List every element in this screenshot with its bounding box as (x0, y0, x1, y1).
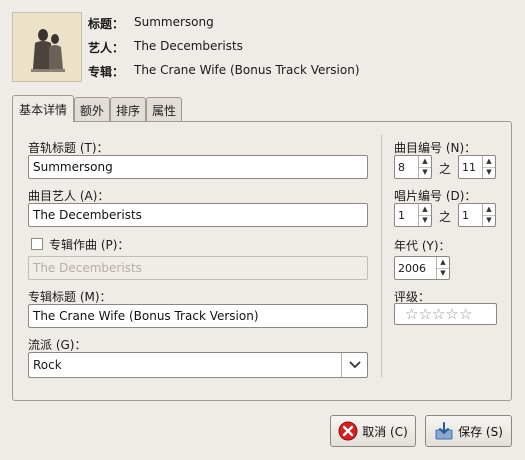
year-spinner[interactable]: 2006 ▲ ▼ (394, 256, 450, 280)
track-title-label: 音轨标题 (T)： (28, 141, 109, 155)
disc-of-label: 之 (439, 210, 452, 224)
track-of-label: 之 (439, 162, 452, 176)
rating-stars[interactable]: ☆ ☆ ☆ ☆ ☆ (394, 303, 497, 325)
tab-sort[interactable]: 排序 (110, 97, 146, 122)
spin-up-icon[interactable]: ▲ (419, 156, 431, 168)
spin-up-icon[interactable]: ▲ (437, 257, 449, 269)
year-label: 年代 (Y)： (394, 239, 451, 253)
header-album-label: 专辑： (88, 65, 125, 79)
track-number-label: 曲目编号 (N)： (394, 141, 477, 155)
disc-number-value: 1 (398, 208, 405, 222)
genre-value: Rock (33, 358, 62, 372)
star-icon[interactable]: ☆ (418, 305, 431, 323)
save-button[interactable]: 保存 (S) (425, 415, 512, 447)
spin-down-icon[interactable]: ▼ (437, 269, 449, 280)
album-composer-checkbox[interactable] (31, 238, 43, 250)
star-icon[interactable]: ☆ (405, 305, 418, 323)
spin-up-icon[interactable]: ▲ (483, 156, 495, 168)
column-separator (381, 135, 382, 377)
track-artist-field[interactable]: The Decemberists (28, 203, 368, 227)
header-title-label: 标题： (88, 17, 125, 31)
track-number-spinner[interactable]: 8 ▲ ▼ (394, 155, 432, 179)
disc-total-spinner[interactable]: 1 ▲ ▼ (458, 203, 496, 227)
header-album-value: The Crane Wife (Bonus Track Version) (134, 63, 360, 77)
cancel-icon (338, 421, 358, 441)
track-number-value: 8 (398, 160, 405, 174)
spin-up-icon[interactable]: ▲ (483, 204, 495, 216)
disc-total-value: 1 (462, 208, 469, 222)
star-icon[interactable]: ☆ (432, 305, 445, 323)
track-title-field[interactable]: Summersong (28, 155, 368, 179)
track-total-value: 11 (462, 160, 476, 174)
genre-label: 流派 (G)： (28, 338, 87, 352)
genre-combo[interactable]: Rock (28, 352, 368, 378)
album-composer-label: 专辑作曲 (P)： (49, 238, 130, 252)
tab-extra[interactable]: 额外 (74, 97, 110, 122)
tab-basic-details[interactable]: 基本详情 (12, 95, 74, 122)
album-composer-field: The Decemberists (28, 256, 368, 280)
header-title-value: Summersong (134, 15, 214, 29)
spin-up-icon[interactable]: ▲ (419, 204, 431, 216)
spin-down-icon[interactable]: ▼ (419, 168, 431, 179)
album-cover-image (12, 12, 82, 82)
save-icon (435, 422, 453, 440)
star-icon[interactable]: ☆ (459, 305, 472, 323)
spin-down-icon[interactable]: ▼ (483, 168, 495, 179)
track-total-spinner[interactable]: 11 ▲ ▼ (458, 155, 496, 179)
album-title-label: 专辑标题 (M)： (28, 290, 112, 304)
spin-down-icon[interactable]: ▼ (419, 216, 431, 227)
disc-number-label: 唱片编号 (D)： (394, 189, 477, 203)
star-icon[interactable]: ☆ (445, 305, 458, 323)
header-artist-value: The Decemberists (134, 39, 243, 53)
album-cover-art (13, 13, 81, 81)
cancel-button[interactable]: 取消 (C) (330, 415, 416, 447)
header-artist-label: 艺人： (88, 41, 125, 55)
track-artist-label: 曲目艺人 (A)： (28, 189, 110, 203)
spin-down-icon[interactable]: ▼ (483, 216, 495, 227)
tab-properties[interactable]: 属性 (146, 97, 182, 122)
album-title-field[interactable]: The Crane Wife (Bonus Track Version) (28, 304, 368, 328)
cancel-label: 取消 (C) (362, 424, 408, 439)
year-value: 2006 (398, 261, 426, 275)
disc-number-spinner[interactable]: 1 ▲ ▼ (394, 203, 432, 227)
chevron-down-icon[interactable] (341, 353, 367, 377)
save-label: 保存 (S) (458, 424, 503, 439)
